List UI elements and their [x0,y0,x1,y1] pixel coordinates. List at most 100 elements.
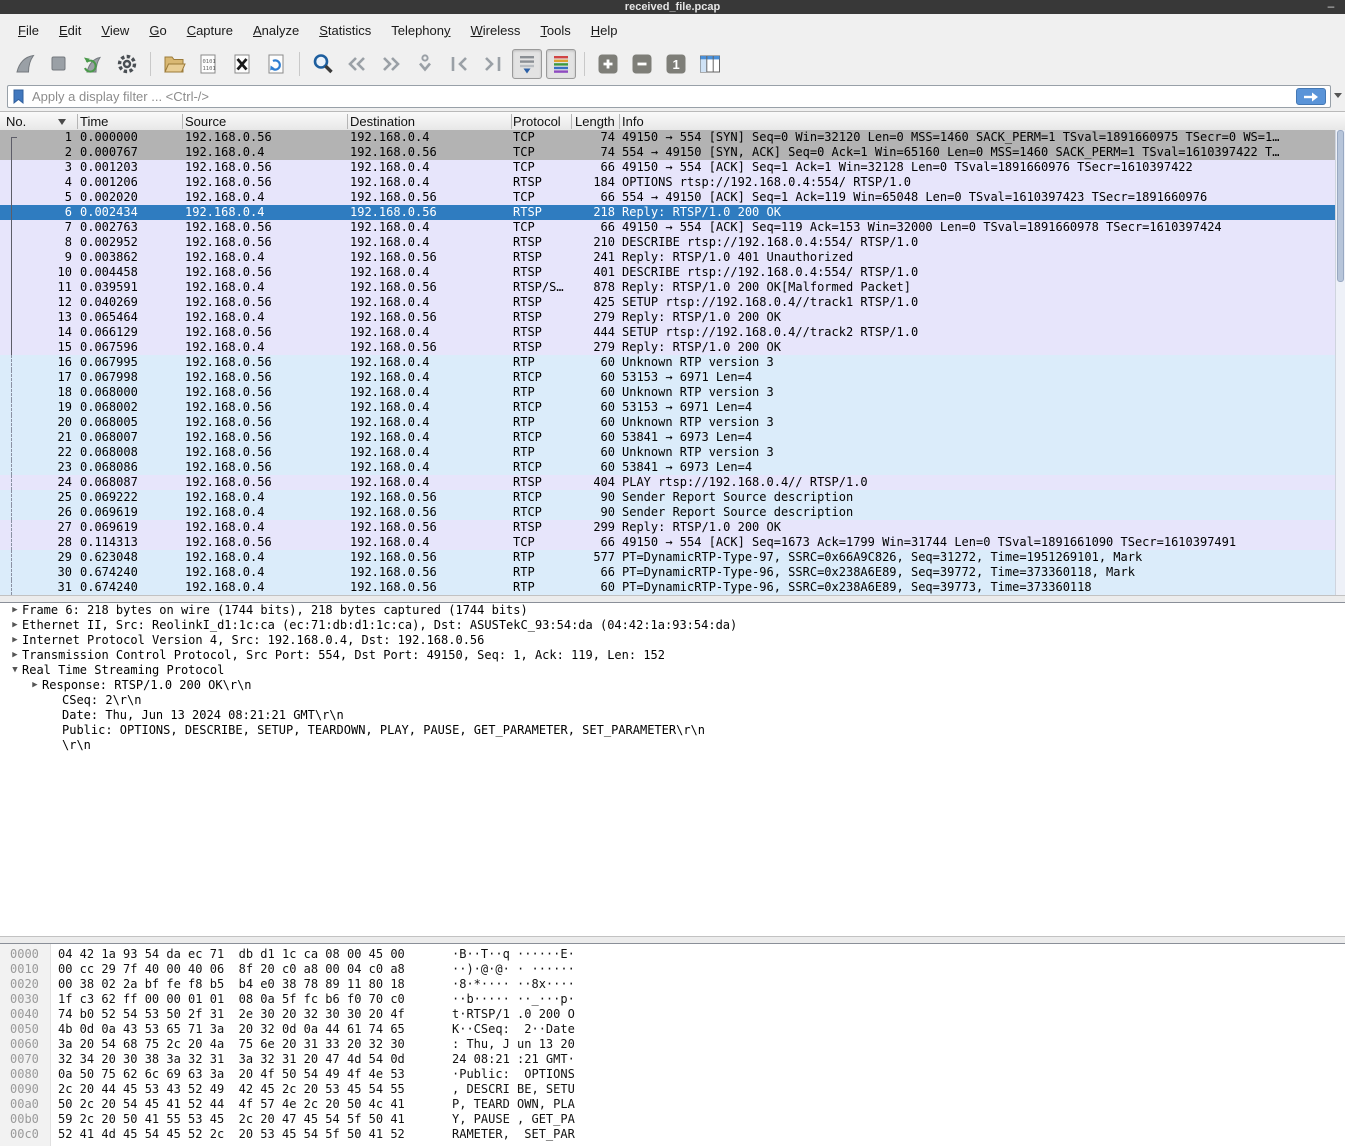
file-reload-button[interactable] [261,49,291,79]
hex-row-00b0[interactable]: 00b059 2c 20 50 41 55 53 45 2c 20 47 45 … [0,1112,1345,1127]
detail-line-1[interactable]: ▶Ethernet II, Src: ReolinkI_d1:1c:ca (ec… [0,618,1345,633]
packet-row-20[interactable]: 200.068005192.168.0.56192.168.0.4RTP60Un… [0,415,1345,430]
go-last-button[interactable] [478,49,508,79]
packet-row-5[interactable]: 50.002020192.168.0.4192.168.0.56TCP66554… [0,190,1345,205]
expander-collapsed-icon[interactable]: ▶ [28,678,42,693]
hex-row-0030[interactable]: 00301f c3 62 ff 00 00 01 01 08 0a 5f fc … [0,992,1345,1007]
packet-row-8[interactable]: 80.002952192.168.0.56192.168.0.4RTSP210D… [0,235,1345,250]
expander-collapsed-icon[interactable]: ▶ [8,618,22,633]
expander-collapsed-icon[interactable]: ▶ [8,648,22,663]
detail-line-2[interactable]: ▶Internet Protocol Version 4, Src: 192.1… [0,633,1345,648]
menu-tools[interactable]: Tools [530,18,580,43]
file-open-button[interactable] [159,49,189,79]
hex-row-00a0[interactable]: 00a050 2c 20 54 45 41 52 44 4f 57 4e 2c … [0,1097,1345,1112]
menu-help[interactable]: Help [581,18,628,43]
column-divider[interactable] [182,114,183,129]
hex-row-0000[interactable]: 000004 42 1a 93 54 da ec 71 db d1 1c ca … [0,947,1345,962]
menu-capture[interactable]: Capture [177,18,243,43]
packet-row-30[interactable]: 300.674240192.168.0.4192.168.0.56RTP66PT… [0,565,1345,580]
detail-line-0[interactable]: ▶Frame 6: 218 bytes on wire (1744 bits),… [0,603,1345,618]
column-divider[interactable] [619,114,620,129]
packet-row-17[interactable]: 170.067998192.168.0.56192.168.0.4RTCP605… [0,370,1345,385]
menu-edit[interactable]: Edit [49,18,91,43]
menu-view[interactable]: View [91,18,139,43]
column-header-destination[interactable]: Destination [350,112,415,131]
file-save-button[interactable]: 01011101 [193,49,223,79]
packet-row-10[interactable]: 100.004458192.168.0.56192.168.0.4RTSP401… [0,265,1345,280]
column-divider[interactable] [571,114,572,129]
packet-row-29[interactable]: 290.623048192.168.0.4192.168.0.56RTP577P… [0,550,1345,565]
detail-line-8[interactable]: Public: OPTIONS, DESCRIBE, SETUP, TEARDO… [0,723,1345,738]
packet-row-28[interactable]: 280.114313192.168.0.56192.168.0.4TCP6649… [0,535,1345,550]
display-filter-input[interactable]: Apply a display filter ... <Ctrl-/> [7,85,1331,108]
packet-row-25[interactable]: 250.069222192.168.0.4192.168.0.56RTCP90S… [0,490,1345,505]
packet-row-27[interactable]: 270.069619192.168.0.4192.168.0.56RTSP299… [0,520,1345,535]
detail-line-6[interactable]: CSeq: 2\r\n [0,693,1345,708]
packet-row-6[interactable]: 60.002434192.168.0.4192.168.0.56RTSP218R… [0,205,1345,220]
column-header-no[interactable]: No. [6,112,26,131]
packet-row-24[interactable]: 240.068087192.168.0.56192.168.0.4RTSP404… [0,475,1345,490]
scrollbar-thumb[interactable] [1337,130,1344,282]
expander-expanded-icon[interactable]: ▼ [8,663,22,678]
packet-row-12[interactable]: 120.040269192.168.0.56192.168.0.4RTSP425… [0,295,1345,310]
menu-analyze[interactable]: Analyze [243,18,309,43]
capture-options-button[interactable] [112,49,142,79]
expander-collapsed-icon[interactable]: ▶ [8,633,22,648]
filter-history-caret[interactable] [1334,93,1342,98]
capture-restart-button[interactable] [78,49,108,79]
packet-row-31[interactable]: 310.674240192.168.0.4192.168.0.56RTP60PT… [0,580,1345,595]
column-header-length[interactable]: Length [575,112,615,131]
hex-row-0090[interactable]: 00902c 20 44 45 53 43 52 49 42 45 2c 20 … [0,1082,1345,1097]
packet-row-4[interactable]: 40.001206192.168.0.56192.168.0.4RTSP184O… [0,175,1345,190]
column-header-source[interactable]: Source [185,112,226,131]
packet-row-18[interactable]: 180.068000192.168.0.56192.168.0.4RTP60Un… [0,385,1345,400]
minimize-button[interactable]: – [1325,1,1337,13]
packet-row-9[interactable]: 90.003862192.168.0.4192.168.0.56RTSP241R… [0,250,1345,265]
zoom-out-button[interactable] [627,49,657,79]
hex-row-0080[interactable]: 00800a 50 75 62 6c 69 63 3a 20 4f 50 54 … [0,1067,1345,1082]
detail-line-5[interactable]: ▶Response: RTSP/1.0 200 OK\r\n [0,678,1345,693]
packet-row-7[interactable]: 70.002763192.168.0.56192.168.0.4TCP66491… [0,220,1345,235]
hex-row-0050[interactable]: 00504b 0d 0a 43 53 65 71 3a 20 32 0d 0a … [0,1022,1345,1037]
menu-wireless[interactable]: Wireless [461,18,531,43]
packet-row-11[interactable]: 110.039591192.168.0.4192.168.0.56RTSP/S…… [0,280,1345,295]
expander-collapsed-icon[interactable]: ▶ [8,603,22,618]
detail-line-3[interactable]: ▶Transmission Control Protocol, Src Port… [0,648,1345,663]
go-back-button[interactable] [342,49,372,79]
packet-list-scrollbar[interactable] [1335,130,1345,595]
packet-row-23[interactable]: 230.068086192.168.0.56192.168.0.4RTCP605… [0,460,1345,475]
filter-bookmark-icon[interactable] [11,88,26,105]
hex-row-0060[interactable]: 00603a 20 54 68 75 2c 20 4a 75 6e 20 31 … [0,1037,1345,1052]
packet-row-16[interactable]: 160.067995192.168.0.56192.168.0.4RTP60Un… [0,355,1345,370]
go-to-packet-button[interactable] [410,49,440,79]
auto-scroll-button[interactable] [512,49,542,79]
packet-row-3[interactable]: 30.001203192.168.0.56192.168.0.4TCP66491… [0,160,1345,175]
column-header-info[interactable]: Info [622,112,644,131]
packet-row-19[interactable]: 190.068002192.168.0.56192.168.0.4RTCP605… [0,400,1345,415]
column-divider[interactable] [77,114,78,129]
menu-file[interactable]: File [8,18,49,43]
go-first-button[interactable] [444,49,474,79]
hex-row-0020[interactable]: 002000 38 02 2a bf fe f8 b5 b4 e0 38 78 … [0,977,1345,992]
packet-row-15[interactable]: 150.067596192.168.0.4192.168.0.56RTSP279… [0,340,1345,355]
hex-row-0040[interactable]: 004074 b0 52 54 53 50 2f 31 2e 30 20 32 … [0,1007,1345,1022]
filter-apply-button[interactable] [1296,88,1326,105]
file-close-button[interactable] [227,49,257,79]
column-divider[interactable] [347,114,348,129]
menu-go[interactable]: Go [139,18,176,43]
detail-line-7[interactable]: Date: Thu, Jun 13 2024 08:21:21 GMT\r\n [0,708,1345,723]
column-header-time[interactable]: Time [80,112,108,131]
detail-line-9[interactable]: \r\n [0,738,1345,753]
zoom-original-button[interactable]: 1 [661,49,691,79]
column-divider[interactable] [511,114,512,129]
packet-row-14[interactable]: 140.066129192.168.0.56192.168.0.4RTSP444… [0,325,1345,340]
packet-row-21[interactable]: 210.068007192.168.0.56192.168.0.4RTCP605… [0,430,1345,445]
packet-row-13[interactable]: 130.065464192.168.0.4192.168.0.56RTSP279… [0,310,1345,325]
menu-telephony[interactable]: Telephony [381,18,460,43]
find-packet-button[interactable] [308,49,338,79]
packet-row-1[interactable]: 10.000000192.168.0.56192.168.0.4TCP74491… [0,130,1345,145]
capture-stop-button[interactable] [44,49,74,79]
hex-row-0010[interactable]: 001000 cc 29 7f 40 00 40 06 8f 20 c0 a8 … [0,962,1345,977]
hex-row-00c0[interactable]: 00c052 41 4d 45 54 45 52 2c 20 53 45 54 … [0,1127,1345,1142]
column-header-protocol[interactable]: Protocol [513,112,561,131]
